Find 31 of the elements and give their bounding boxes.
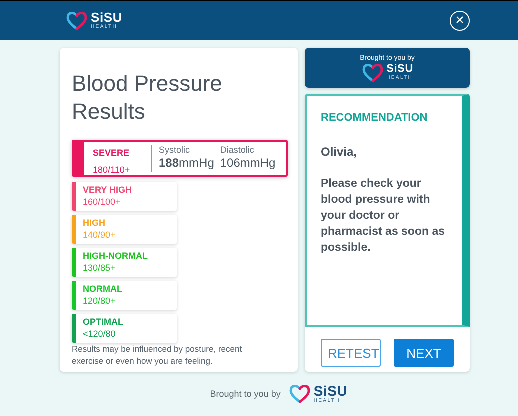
category-label: VERY HIGH	[83, 185, 132, 195]
reading-value: 188mmHg	[159, 156, 214, 170]
greeting-text: Olivia,	[321, 145, 358, 159]
logo-name: SiSU	[386, 64, 414, 75]
recommendation-message: Please check your blood pressure with your doctor or pharmacist as soon as possible.	[321, 177, 446, 256]
logo-name: SiSU	[314, 384, 348, 398]
disclaimer-text: Results may be influenced by posture, recent exercise or even how you are feeling.	[72, 343, 244, 367]
category-label: HIGH-NORMAL	[83, 251, 148, 261]
reading-label: Diastolic	[220, 145, 256, 155]
results-title: Blood Pressure Results	[72, 70, 224, 126]
footer-caption: Brought to you by	[210, 389, 281, 399]
close-button[interactable]: ×	[450, 10, 470, 30]
category-label: HIGH	[83, 218, 106, 228]
category-range: 120/80+	[83, 296, 117, 306]
category-label: NORMAL	[83, 284, 122, 294]
category-range: 180/110+	[93, 165, 132, 175]
heart-icon	[66, 12, 88, 30]
next-button[interactable]: NEXT	[394, 339, 454, 367]
category-label: SEVERE	[93, 148, 131, 158]
heart-icon	[288, 385, 311, 403]
category-label: OPTIMAL	[83, 317, 124, 327]
logo-name: SiSU	[91, 11, 123, 24]
category-range: 130/85+	[83, 263, 117, 273]
category-range: 160/100+	[83, 197, 122, 207]
recommendation-heading: RECOMMENDATION	[321, 112, 429, 124]
category-range: 140/90+	[83, 230, 116, 240]
reading-value: 106mmHg	[220, 156, 276, 170]
reading-label: Systolic	[159, 145, 192, 155]
retest-button[interactable]: RETEST	[321, 339, 381, 367]
category-range: <120/80	[83, 329, 117, 339]
heart-icon	[362, 64, 384, 82]
